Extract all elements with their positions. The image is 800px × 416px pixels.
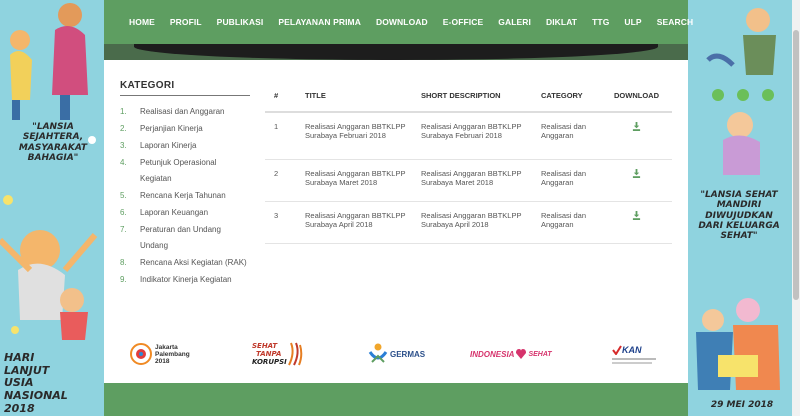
header-description: SHORT DESCRIPTION (421, 91, 501, 100)
flame-stripes-graphic (287, 342, 303, 366)
row-title: Realisasi Anggaran BBTKLPP Surabaya Apri… (305, 211, 406, 229)
category-divider (120, 95, 250, 96)
category-number: 3. (120, 141, 127, 150)
hero-image-strip (104, 44, 688, 60)
asian-games-line1: Jakarta (155, 343, 178, 351)
download-table: # TITLE SHORT DESCRIPTION CATEGORY DOWNL… (265, 80, 672, 244)
category-number: 4. (120, 158, 127, 167)
nav-pelayanan-prima[interactable]: PELAYANAN PRIMA (278, 17, 361, 27)
category-label[interactable]: Perjanjian Kinerja (140, 121, 203, 137)
header-download: DOWNLOAD (614, 91, 659, 100)
indonesia-sehat-word2: SEHAT (528, 350, 552, 358)
nav-e-office[interactable]: E-OFFICE (443, 17, 483, 27)
category-label[interactable]: Laporan Keuangan (140, 205, 208, 221)
row-description: Realisasi Anggaran BBTKLPP Surabaya Febr… (421, 122, 522, 140)
kan-logo[interactable]: KAN (612, 336, 662, 372)
right-banner-date: 29 MEI 2018 (710, 400, 774, 410)
row-category: Realisasi dan Anggaran (541, 211, 587, 229)
table-row: 1 Realisasi Anggaran BBTKLPP Surabaya Fe… (265, 113, 672, 160)
nav-home[interactable]: HOME (129, 17, 155, 27)
nav-ttg[interactable]: TTG (592, 17, 609, 27)
category-number: 5. (120, 191, 127, 200)
scrollbar-thumb[interactable] (793, 30, 799, 300)
category-number: 7. (120, 225, 127, 234)
category-item[interactable]: 2. Perjanjian Kinerja (120, 121, 250, 137)
category-item[interactable]: 4. Petunjuk Operasional Kegiatan (120, 155, 250, 187)
table-header: # TITLE SHORT DESCRIPTION CATEGORY DOWNL… (265, 80, 672, 113)
sehat-line1: SEHAT (252, 342, 278, 350)
row-description: Realisasi Anggaran BBTKLPP Surabaya Mare… (421, 169, 522, 187)
asian-games-year: 2018 (155, 357, 170, 365)
germas-label: GERMAS (390, 349, 426, 359)
main-navigation: HOME PROFIL PUBLIKASI PELAYANAN PRIMA DO… (104, 0, 693, 44)
main-content: HOME PROFIL PUBLIKASI PELAYANAN PRIMA DO… (104, 0, 693, 416)
nav-publikasi[interactable]: PUBLIKASI (217, 17, 264, 27)
header-number: # (274, 91, 279, 100)
category-number: 2. (120, 124, 127, 133)
left-banner-slogan: "LANSIA SEJAHTERA, MASYARAKAT BAHAGIA" (18, 122, 88, 164)
category-item[interactable]: 7. Peraturan dan Undang Undang (120, 222, 250, 254)
germas-logo[interactable]: GERMAS (368, 336, 438, 372)
row-number: 1 (274, 122, 279, 131)
download-icon[interactable] (632, 211, 641, 220)
right-banner-slogan: "LANSIA SEHAT MANDIRI DIWUJUDKAN DARI KE… (698, 190, 780, 242)
indonesia-sehat-logo[interactable]: INDONESIA SEHAT (470, 336, 560, 372)
category-label[interactable]: Petunjuk Operasional Kegiatan (140, 155, 250, 187)
category-number: 8. (120, 258, 127, 267)
heart-icon (516, 349, 527, 359)
category-item[interactable]: 3. Laporan Kinerja (120, 138, 250, 154)
nav-search[interactable]: SEARCH (657, 17, 694, 27)
category-heading: KATEGORI (120, 80, 175, 91)
nav-diklat[interactable]: DIKLAT (546, 17, 577, 27)
row-title: Realisasi Anggaran BBTKLPP Surabaya Mare… (305, 169, 406, 187)
indonesia-sehat-word1: INDONESIA (470, 349, 515, 359)
sehat-line2: TANPA (256, 350, 282, 358)
sehat-tanpa-korupsi-logo[interactable]: SEHAT TANPA KORUPSI (252, 336, 312, 372)
header-title: TITLE (305, 91, 326, 100)
sehat-line3: KORUPSI (252, 358, 287, 366)
row-description: Realisasi Anggaran BBTKLPP Surabaya Apri… (421, 211, 522, 229)
row-category: Realisasi dan Anggaran (541, 169, 587, 187)
category-item[interactable]: 9. Indikator Kinerja Kegiatan (120, 272, 250, 288)
category-label[interactable]: Laporan Kinerja (140, 138, 196, 154)
nav-download[interactable]: DOWNLOAD (376, 17, 428, 27)
download-icon[interactable] (632, 122, 641, 131)
left-campaign-banner: "LANSIA SEJAHTERA, MASYARAKAT BAHAGIA" H… (0, 0, 104, 416)
table-row: 2 Realisasi Anggaran BBTKLPP Surabaya Ma… (265, 160, 672, 202)
kan-label: KAN (622, 344, 642, 355)
nav-ulp[interactable]: ULP (624, 17, 641, 27)
category-label[interactable]: Rencana Kerja Tahunan (140, 188, 226, 204)
row-title: Realisasi Anggaran BBTKLPP Surabaya Febr… (305, 122, 406, 140)
left-banner-event: HARI LANJUT USIA NASIONAL 2018 (4, 351, 68, 415)
category-label[interactable]: Indikator Kinerja Kegiatan (140, 272, 232, 288)
row-category: Realisasi dan Anggaran (541, 122, 587, 140)
category-number: 9. (120, 275, 127, 284)
category-number: 1. (120, 107, 127, 116)
germas-figure (368, 343, 388, 363)
asian-games-logo[interactable]: Jakarta Palembang 2018 (130, 336, 205, 372)
category-sidebar: KATEGORI 1. Realisasi dan Anggaran 2. Perj… (120, 80, 250, 289)
row-number: 3 (274, 211, 279, 220)
category-item[interactable]: 5. Rencana Kerja Tahunan (120, 188, 250, 204)
category-item[interactable]: 1. Realisasi dan Anggaran (120, 104, 250, 120)
category-label[interactable]: Realisasi dan Anggaran (140, 104, 225, 120)
table-row: 3 Realisasi Anggaran BBTKLPP Surabaya Ap… (265, 202, 672, 244)
category-item[interactable]: 8. Rencana Aksi Kegiatan (RAK) (120, 255, 250, 271)
header-category: CATEGORY (541, 91, 583, 100)
category-label[interactable]: Peraturan dan Undang Undang (140, 222, 250, 254)
page-scrollbar[interactable] (792, 0, 800, 416)
kan-check-icon (612, 344, 622, 355)
category-item[interactable]: 6. Laporan Keuangan (120, 205, 250, 221)
row-number: 2 (274, 169, 279, 178)
page-footer (104, 383, 688, 416)
nav-galeri[interactable]: GALERI (498, 17, 531, 27)
partner-logos: Jakarta Palembang 2018 SEHAT TANPA KORUP… (104, 334, 688, 374)
right-campaign-banner: "LANSIA SEHAT MANDIRI DIWUJUDKAN DARI KE… (688, 0, 792, 416)
asian-games-line2: Palembang (155, 350, 190, 358)
asian-games-emblem (130, 343, 152, 365)
nav-profil[interactable]: PROFIL (170, 17, 202, 27)
category-number: 6. (120, 208, 127, 217)
download-icon[interactable] (632, 169, 641, 178)
category-label[interactable]: Rencana Aksi Kegiatan (RAK) (140, 255, 247, 271)
